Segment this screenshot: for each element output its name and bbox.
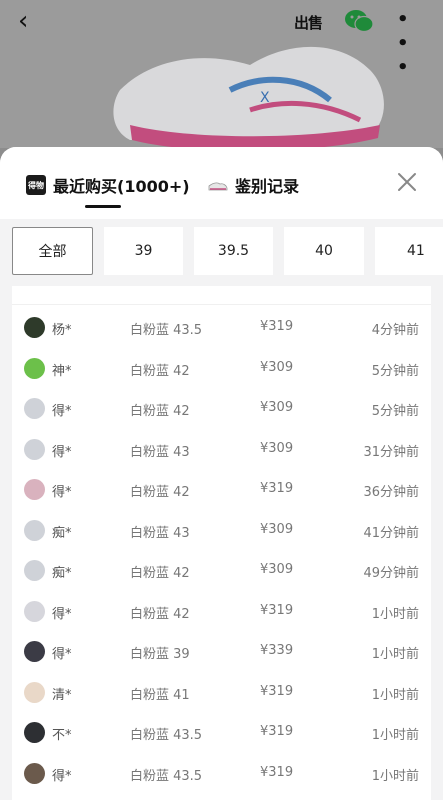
purchase-record-row: 得* 白粉蓝 42 ¥319 1小时前 — [12, 593, 431, 633]
sell-button[interactable]: 出售 — [294, 8, 323, 36]
tab-authentication-record[interactable]: 鉴别记录 — [208, 173, 299, 197]
avatar — [24, 398, 45, 419]
size-chip-39-5[interactable]: 39.5 — [194, 227, 273, 275]
sheet-header: 得物 最近购买(1000+) 鉴别记录 — [0, 147, 443, 219]
avatar — [24, 681, 45, 703]
time-label: 31分钟前 — [363, 444, 419, 460]
username: 痴* — [52, 566, 72, 581]
spec-label: 白粉蓝 43.5 — [130, 323, 203, 338]
time-label: 5分钟前 — [371, 404, 419, 419]
username: 痴* — [52, 525, 72, 541]
purchase-record-row: 得* 白粉蓝 43.5 ¥319 1小时前 — [12, 755, 431, 795]
size-chip-41[interactable]: 41 — [375, 227, 443, 275]
price-label: ¥309 — [260, 562, 294, 577]
time-label: 1小时前 — [371, 687, 419, 703]
price-label: ¥319 — [260, 319, 294, 334]
wechat-share-icon[interactable] — [344, 8, 374, 34]
back-button[interactable]: ‹ — [18, 6, 48, 36]
avatar — [24, 600, 45, 622]
time-label: 1小时前 — [371, 606, 419, 622]
avatar — [24, 560, 45, 581]
purchase-record-row: 清* 白粉蓝 41 ¥319 1小时前 — [12, 674, 431, 714]
product-header: X ‹ 出售 • • • — [0, 0, 443, 148]
purchase-record-list: 杨* 白粉蓝 43.5 ¥319 4分钟前 神* 白粉蓝 42 ¥309 5分钟前 得* 白粉蓝 … — [12, 286, 431, 800]
purchase-record-row: 得* 白粉蓝 42 ¥309 5分钟前 — [12, 390, 431, 430]
price-label: ¥309 — [260, 521, 294, 537]
list-divider — [12, 304, 431, 305]
time-label: 41分钟前 — [363, 525, 419, 541]
spec-label: 白粉蓝 42 — [130, 363, 190, 379]
purchase-record-row: 得* 白粉蓝 42 ¥319 36分钟前 — [12, 471, 431, 511]
spec-label: 白粉蓝 43 — [130, 444, 190, 460]
price-label: ¥309 — [260, 440, 294, 456]
more-menu-button[interactable]: • • • — [397, 8, 425, 78]
svg-text:X: X — [260, 90, 270, 106]
price-label: ¥319 — [260, 724, 294, 739]
username: 不* — [52, 728, 72, 743]
purchase-record-row: 痴* 白粉蓝 42 ¥309 49分钟前 — [12, 552, 431, 592]
price-label: ¥319 — [260, 764, 294, 780]
size-chip-all[interactable]: 全部 — [12, 227, 93, 275]
price-label: ¥309 — [260, 400, 294, 415]
avatar — [24, 317, 45, 338]
avatar — [24, 519, 45, 541]
username: 得* — [52, 647, 72, 662]
avatar — [24, 479, 45, 500]
avatar — [24, 357, 45, 379]
purchase-record-row: 痴* 白粉蓝 43 ¥309 41分钟前 — [12, 512, 431, 552]
username: 杨* — [52, 323, 72, 338]
username: 得* — [52, 404, 72, 419]
spec-label: 白粉蓝 43.5 — [130, 728, 203, 743]
avatar — [24, 722, 45, 743]
size-chip-39[interactable]: 39 — [104, 227, 183, 275]
tab-authentication-record-label: 鉴别记录 — [235, 177, 300, 196]
spec-label: 白粉蓝 42 — [130, 485, 190, 500]
purchase-record-row: 杨* 白粉蓝 43.5 ¥319 4分钟前 — [12, 309, 431, 349]
sell-label: 出售 — [294, 14, 323, 32]
shoe-image: X — [113, 46, 384, 148]
price-label: ¥319 — [260, 481, 294, 496]
purchase-record-row: 得* 白粉蓝 43 ¥309 31分钟前 — [12, 431, 431, 471]
username: 清* — [52, 687, 72, 703]
dewu-logo-icon: 得物 — [26, 175, 46, 195]
time-label: 1小时前 — [371, 728, 419, 743]
size-chip-40[interactable]: 40 — [284, 227, 364, 275]
spec-label: 白粉蓝 42 — [130, 404, 190, 419]
active-tab-indicator — [85, 205, 121, 208]
price-label: ¥339 — [260, 643, 294, 658]
purchase-record-row: 神* 白粉蓝 42 ¥309 5分钟前 — [12, 350, 431, 390]
avatar — [24, 762, 45, 784]
username: 得* — [52, 444, 72, 460]
shoe-icon — [208, 182, 228, 191]
tab-recent-purchase[interactable]: 得物 最近购买(1000+) — [26, 173, 190, 197]
time-label: 49分钟前 — [363, 566, 419, 581]
time-label: 1小时前 — [371, 647, 419, 662]
price-label: ¥319 — [260, 683, 294, 699]
username: 得* — [52, 768, 72, 784]
tab-recent-purchase-label: 最近购买(1000+) — [53, 177, 190, 196]
price-label: ¥309 — [260, 359, 294, 375]
size-filter-row: 全部 39 39.5 40 41 — [0, 227, 443, 277]
purchase-record-row: 不* 白粉蓝 43.5 ¥319 1小时前 — [12, 714, 431, 754]
time-label: 4分钟前 — [371, 323, 419, 338]
purchase-record-row: 得* 白粉蓝 39 ¥339 1小时前 — [12, 633, 431, 673]
spec-label: 白粉蓝 43.5 — [130, 768, 203, 784]
price-label: ¥319 — [260, 602, 294, 618]
time-label: 1小时前 — [371, 768, 419, 784]
recent-purchase-sheet: 得物 最近购买(1000+) 鉴别记录 全部 39 39.5 40 41 杨* 白… — [0, 147, 443, 800]
username: 得* — [52, 606, 72, 622]
time-label: 36分钟前 — [363, 485, 419, 500]
close-icon[interactable] — [396, 171, 418, 193]
spec-label: 白粉蓝 42 — [130, 606, 190, 622]
spec-label: 白粉蓝 42 — [130, 566, 190, 581]
spec-label: 白粉蓝 43 — [130, 525, 190, 541]
spec-label: 白粉蓝 41 — [130, 687, 190, 703]
avatar — [24, 641, 45, 662]
avatar — [24, 438, 45, 460]
time-label: 5分钟前 — [371, 363, 419, 379]
spec-label: 白粉蓝 39 — [130, 647, 190, 662]
username: 得* — [52, 485, 72, 500]
username: 神* — [52, 363, 72, 379]
